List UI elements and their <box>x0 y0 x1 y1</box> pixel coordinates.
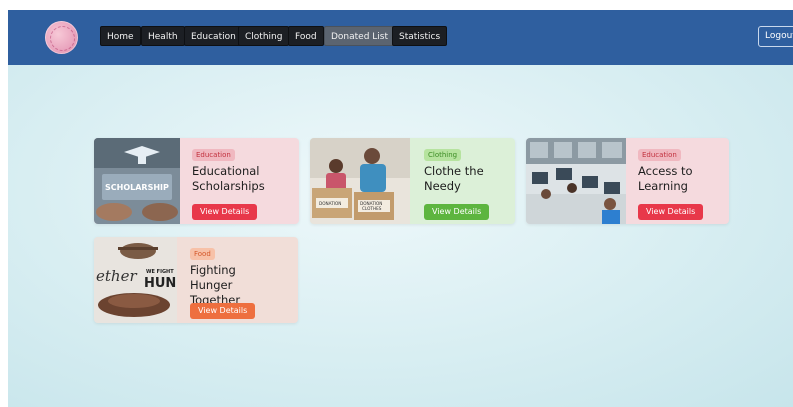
classroom-photo <box>526 138 626 224</box>
category-badge: Education <box>192 149 235 161</box>
card-title: Educational Scholarships <box>192 164 265 193</box>
view-details-button[interactable]: View Details <box>638 204 704 220</box>
app-viewport: Home Health Education Clothing Food Dona… <box>8 10 793 407</box>
svg-text:CLOTHES: CLOTHES <box>362 206 382 211</box>
card-title: Fighting Hunger Together <box>190 263 241 307</box>
nav-statistics[interactable]: Statistics <box>392 26 448 46</box>
brand-logo[interactable] <box>45 21 78 54</box>
donation-card-learning: Education Access to Learning View Detail… <box>526 138 729 224</box>
nav-education[interactable]: Education <box>184 26 243 46</box>
view-details-button[interactable]: View Details <box>190 303 256 319</box>
view-details-button[interactable]: View Details <box>192 204 258 220</box>
scholarship-photo: SCHOLARSHIP <box>94 138 180 224</box>
svg-text:WE FIGHT: WE FIGHT <box>146 269 174 275</box>
card-title: Access to Learning <box>638 164 693 193</box>
logo-ring <box>50 26 75 51</box>
nav-clothing[interactable]: Clothing <box>238 26 290 46</box>
donation-card-clothing: DONATION DONATION CLOTHES Clothing Cloth… <box>310 138 515 224</box>
svg-text:DONATION: DONATION <box>319 201 341 206</box>
nav-donated-list[interactable]: Donated List <box>324 26 396 46</box>
nav-health[interactable]: Health <box>141 26 185 46</box>
view-details-button[interactable]: View Details <box>424 204 490 220</box>
donation-card-scholarships: SCHOLARSHIP Education Educational Schola… <box>94 138 299 224</box>
category-badge: Clothing <box>424 149 462 161</box>
category-badge: Food <box>190 248 215 260</box>
nav-food[interactable]: Food <box>288 26 324 46</box>
card-title: Clothe the Needy <box>424 164 484 193</box>
svg-text:SCHOLARSHIP: SCHOLARSHIP <box>105 183 169 192</box>
donation-boxes-photo: DONATION DONATION CLOTHES <box>310 138 410 224</box>
svg-text:ether: ether <box>96 267 137 285</box>
donation-card-food: ether WE FIGHT HUNG Food Fighting Hunger… <box>94 237 298 323</box>
nav-home[interactable]: Home <box>100 26 141 46</box>
hands-bowl-photo: ether WE FIGHT HUNG <box>94 237 177 323</box>
top-navbar: Home Health Education Clothing Food Dona… <box>8 10 793 65</box>
svg-text:HUNG: HUNG <box>144 276 177 291</box>
logout-button[interactable]: Logout <box>758 26 793 47</box>
category-badge: Education <box>638 149 681 161</box>
